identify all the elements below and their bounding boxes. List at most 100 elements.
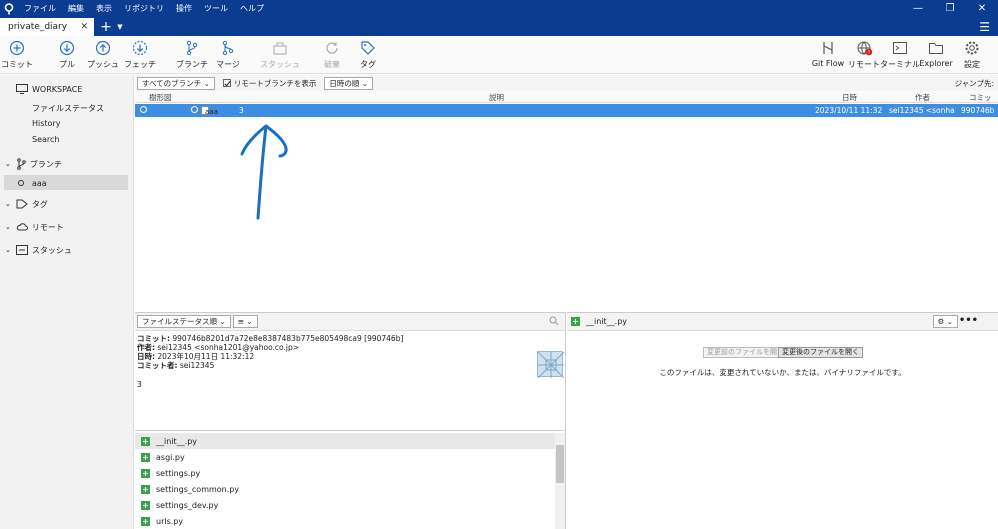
cloud-icon [16,223,28,231]
show-remote-branches-checkbox[interactable]: リモートブランチを表示 [222,78,316,89]
close-window-icon[interactable]: ✕ [966,0,998,18]
branch-icon [186,40,198,56]
remote-button[interactable]: ! リモート [844,40,884,70]
commit-date-full: 2023年10月11日 11:32:12 [157,352,255,361]
sidebar-workspace: WORKSPACE [16,81,82,97]
git-flow-icon [823,42,833,54]
commit-author-full: sei12345 <sonha1201@yahoo.co.jp> [157,343,300,352]
merge-icon [222,40,234,56]
file-list-scrollbar[interactable] [555,433,565,529]
avatar [537,351,565,379]
branch-button[interactable]: ブランチ [172,40,212,70]
tab-dropdown-icon[interactable]: ▼ [114,18,126,36]
merge-button[interactable]: マージ [208,40,248,70]
pull-button[interactable]: プル [47,40,87,70]
discard-icon [326,42,338,54]
commit-details-panel: ファイルステータス順 ⌄ ≡ ⌄ コミット: 990746b8201d7a72e… [135,312,566,529]
jump-to-label[interactable]: ジャンプ先: [955,78,994,89]
file-added-icon: + [141,452,150,462]
commit-icon [9,40,25,56]
file-added-icon: + [571,317,580,326]
remote-alert-badge: ! [868,50,870,56]
terminal-button[interactable]: ターミナル [880,40,920,70]
open-before-file-button[interactable]: 変更前のファイルを開く [703,347,788,358]
chevron-down-icon: ⌄ [5,160,11,168]
sidebar-item-file-status[interactable]: ファイルステータス [32,103,104,114]
tab-private-diary[interactable]: private_diary ✕ [0,18,94,36]
pull-icon [59,40,75,56]
branch-label: aaa [201,106,218,116]
menu-repository[interactable]: リポジトリ [118,0,170,18]
monitor-icon [16,84,28,94]
git-flow-button[interactable]: Git Flow [808,40,848,68]
sidebar-tags[interactable]: ⌄ タグ [5,196,48,212]
stash-icon [15,245,28,255]
order-dropdown[interactable]: 日時の順 ⌄ [324,76,374,90]
chevron-down-icon: ⌄ [5,200,11,208]
list-icon: ≡ [237,317,244,326]
tag-icon [361,41,375,55]
diff-panel: + __init__.py ⚙ ⌄ ••• 変更前のファイルを開く 変更後のファ… [567,312,998,529]
open-after-file-button[interactable]: 変更後のファイルを開く [778,347,863,358]
explorer-button[interactable]: Explorer [916,40,956,68]
tab-label: private_diary [8,22,68,32]
file-added-icon: + [141,468,150,478]
column-graph[interactable]: 樹形図 [149,92,172,103]
menu-file[interactable]: ファイル [18,0,62,18]
list-item[interactable]: + __init__.py [135,433,556,449]
terminal-icon [893,42,907,54]
search-icon[interactable] [549,316,559,328]
add-tab-icon[interactable]: + [98,18,114,36]
sidebar-remotes[interactable]: ⌄ リモート [5,219,64,235]
list-item[interactable]: + settings_common.py [135,481,556,497]
push-button[interactable]: プッシュ [83,40,123,70]
menu-help[interactable]: ヘルプ [234,0,270,18]
column-author[interactable]: 作者 [915,92,930,103]
file-sort-dropdown[interactable]: ファイルステータス順 ⌄ [137,315,231,328]
tab-bar: private_diary ✕ + ▼ ☰ [0,18,998,36]
commit-message: 3 [239,106,244,115]
menu-edit[interactable]: 編集 [62,0,90,18]
filter-bar: すべてのブランチ ⌄ リモートブランチを表示 日時の順 ⌄ ジャンプ先: [135,75,998,91]
commit-message-full: 3 [137,380,142,389]
more-options-icon[interactable]: ••• [959,315,978,326]
discard-button[interactable]: 破棄 [312,40,352,70]
view-mode-dropdown[interactable]: ≡ ⌄ [232,315,258,328]
commit-date: 2023/10/11 11:32 [815,106,883,115]
list-item[interactable]: + asgi.py [135,449,556,465]
diff-options-dropdown[interactable]: ⚙ ⌄ [932,315,958,328]
menu-view[interactable]: 表示 [90,0,118,18]
fetch-icon [132,40,148,56]
commit-node-icon [191,106,198,113]
list-item[interactable]: + settings.py [135,465,556,481]
sidebar-branches[interactable]: ⌄ ブランチ [5,156,62,172]
list-item[interactable]: + urls.py [135,513,556,529]
sidebar-item-history[interactable]: History [32,119,60,128]
sidebar-item-search[interactable]: Search [32,135,59,144]
tag-button[interactable]: タグ [348,40,388,70]
changed-files-list: + __init__.py + asgi.py + settings.py + sett… [135,433,556,529]
minimize-icon[interactable]: — [902,0,934,18]
chevron-down-icon: ⌄ [5,246,11,254]
list-item[interactable]: + settings_dev.py [135,497,556,513]
toolbar: コミット プル プッシュ フェッチ ブランチ マージ スタッシュ 破棄 タグ G… [0,36,998,74]
commit-button[interactable]: コミット [0,40,37,70]
scrollbar-thumb[interactable] [556,445,564,483]
settings-button[interactable]: 設定 [952,40,992,70]
chevron-down-icon: ⌄ [361,78,369,88]
file-added-icon: + [141,516,150,526]
fetch-button[interactable]: フェッチ [120,40,160,70]
commit-row[interactable]: aaa 3 2023/10/11 11:32 sei12345 <sonha1 … [135,104,998,117]
column-date[interactable]: 日時 [842,92,857,103]
hamburger-menu-icon[interactable]: ☰ [979,18,990,36]
diff-message: このファイルは、変更されていないか、または、バイナリファイルです。 [659,368,906,377]
close-tab-icon[interactable]: ✕ [80,22,88,32]
menu-tools[interactable]: ツール [198,0,234,18]
sidebar-stashes[interactable]: ⌄ スタッシュ [5,242,72,258]
restore-icon[interactable]: ❐ [934,0,966,18]
column-description[interactable]: 説明 [489,92,504,103]
stash-button[interactable]: スタッシュ [260,40,300,70]
menu-actions[interactable]: 操作 [170,0,198,18]
tag-icon [16,199,28,209]
branch-filter-dropdown[interactable]: すべてのブランチ ⌄ [137,76,215,90]
